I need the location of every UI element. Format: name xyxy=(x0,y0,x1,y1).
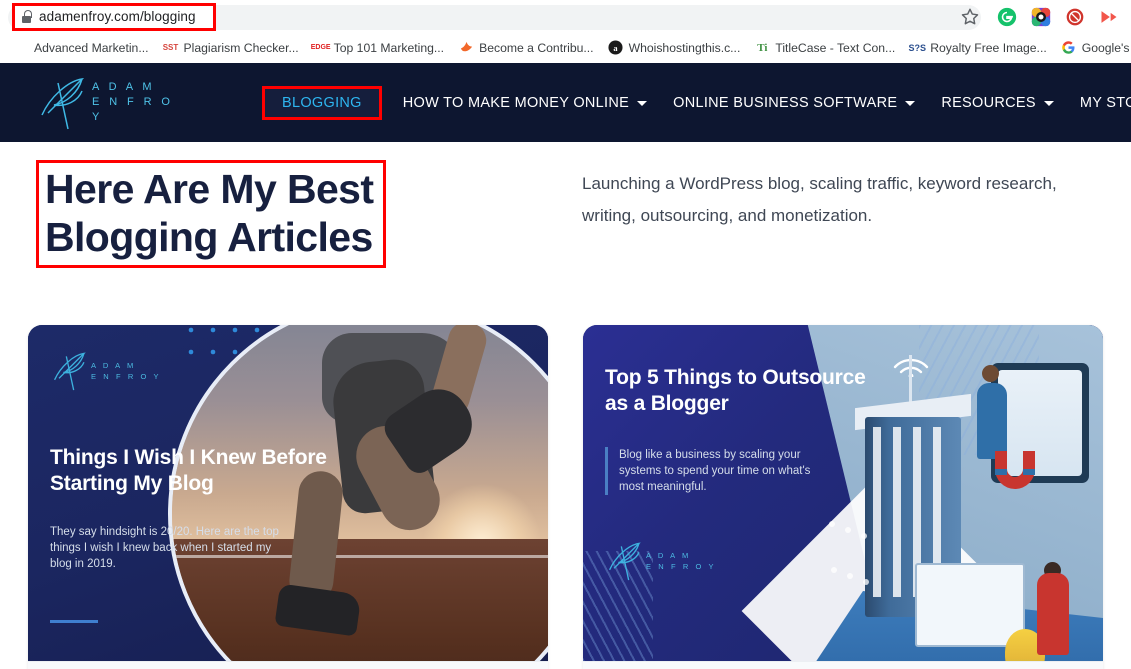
connector-dot xyxy=(863,579,869,585)
runner-photo: STA xyxy=(168,325,548,669)
nav-label: MY STORY xyxy=(1079,94,1131,111)
address-bar[interactable]: adamenfroy.com/blogging xyxy=(12,2,216,31)
bookmark-label: Royalty Free Image... xyxy=(930,40,1047,55)
nav-item-online-business-software[interactable]: ONLINE BUSINESS SOFTWARE xyxy=(660,86,928,120)
connector-dot xyxy=(845,527,851,533)
grammarly-extension-icon[interactable] xyxy=(997,7,1017,27)
hero-title-area: Here Are My Best Blogging Articles xyxy=(36,160,556,268)
nav-label: HOW TO MAKE MONEY ONLINE xyxy=(402,94,630,111)
adam-enfroy-logo[interactable]: A D A M E N F R O Y xyxy=(36,73,186,133)
nav-label: BLOGGING xyxy=(282,94,362,111)
bookmark-label: Plagiarism Checker... xyxy=(183,40,299,55)
chevron-down-icon xyxy=(1043,101,1054,106)
article-card[interactable]: STA A xyxy=(28,325,548,669)
logo-swoosh-icon xyxy=(36,73,90,133)
browser-toolbar: adamenfroy.com/blogging xyxy=(0,0,1131,33)
page-title: Here Are My Best Blogging Articles xyxy=(45,165,374,261)
bookmark-label: Become a Contribu... xyxy=(479,40,594,55)
bookmark-item[interactable]: Google's xyxy=(1054,37,1131,59)
page-title-highlight: Here Are My Best Blogging Articles xyxy=(36,160,387,268)
bookmark-item[interactable]: SST Plagiarism Checker... xyxy=(155,37,305,59)
bookmark-item[interactable]: Become a Contribu... xyxy=(451,37,600,59)
bookmark-item[interactable]: Ti TitleCase - Text Con... xyxy=(747,37,902,59)
magnet-icon xyxy=(987,445,1043,491)
connector-dot xyxy=(847,573,853,579)
track-lane-line xyxy=(172,555,548,559)
person-red-body xyxy=(1037,573,1069,655)
nav-label: ONLINE BUSINESS SOFTWARE xyxy=(673,94,898,111)
nav-item-how-to-make-money-online[interactable]: HOW TO MAKE MONEY ONLINE xyxy=(390,86,660,120)
main-navigation: BLOGGING HOW TO MAKE MONEY ONLINE ONLINE… xyxy=(254,85,1131,120)
logo-line-1: A D A M xyxy=(92,81,155,93)
tower-antenna xyxy=(909,355,912,403)
bookmark-favicon-royalty-free-images: S?S xyxy=(908,42,926,53)
logo-wordmark: A D A M E N F R O Y xyxy=(92,80,186,125)
nav-item-my-story[interactable]: MY STORY xyxy=(1067,86,1131,120)
bookmark-favicon-top-101-marketing: EDGE xyxy=(310,44,331,51)
video-downloader-extension-icon[interactable] xyxy=(1099,7,1119,27)
bookmark-favicon-become-a-contributor xyxy=(458,40,474,56)
colorzilla-extension-icon[interactable] xyxy=(1031,7,1051,27)
hero-section: Here Are My Best Blogging Articles Launc… xyxy=(0,142,1131,268)
bookmark-item[interactable]: a Whoishostingthis.c... xyxy=(601,37,748,59)
bookmark-star-icon[interactable] xyxy=(959,6,981,28)
photo-running-track: STA xyxy=(172,539,548,669)
bookmark-label: TitleCase - Text Con... xyxy=(775,40,896,55)
bookmark-item[interactable]: S?S Royalty Free Image... xyxy=(902,37,1054,59)
hero-subtitle: Launching a WordPress blog, scaling traf… xyxy=(582,174,1057,225)
presentation-board xyxy=(915,563,1025,647)
nav-label: RESOURCES xyxy=(941,94,1036,111)
article-card-footer xyxy=(28,661,548,669)
extension-icons xyxy=(981,7,1123,27)
connector-dot xyxy=(831,567,837,573)
article-card-artwork xyxy=(583,325,1103,669)
bookmark-favicon-plagiarism-checker: SST xyxy=(162,43,179,52)
nav-item-resources[interactable]: RESOURCES xyxy=(928,86,1067,120)
connector-dot xyxy=(861,533,867,539)
bookmark-favicon-whoishostingthis: a xyxy=(608,40,624,56)
bookmark-favicon-googles xyxy=(1061,40,1077,56)
lock-icon xyxy=(21,10,32,23)
bookmark-favicon-advanced-marketing xyxy=(13,40,29,56)
hero-subtitle-area: Launching a WordPress blog, scaling traf… xyxy=(582,160,1072,232)
bookmarks-bar: Advanced Marketin... SST Plagiarism Chec… xyxy=(0,33,1131,63)
chevron-down-icon xyxy=(637,101,648,106)
article-card-grid: STA A xyxy=(0,325,1131,669)
bookmark-label: Google's xyxy=(1081,40,1130,55)
blocker-extension-icon[interactable] xyxy=(1065,7,1085,27)
bookmark-item[interactable]: EDGE Top 101 Marketing... xyxy=(306,37,451,59)
article-card-artwork: STA xyxy=(28,325,548,669)
bookmark-label: Top 101 Marketing... xyxy=(333,40,445,55)
bookmark-label: Whoishostingthis.c... xyxy=(628,40,741,55)
article-card-footer xyxy=(583,661,1103,669)
bookmark-item[interactable]: Advanced Marketin... xyxy=(6,37,155,59)
article-card[interactable]: Top 5 Things to Outsource as a Blogger B… xyxy=(583,325,1103,669)
page-title-line-1: Here Are My Best xyxy=(45,166,374,212)
person-blue-head xyxy=(982,365,999,382)
bookmark-label: Advanced Marketin... xyxy=(34,40,149,55)
bookmark-favicon-titlecase: Ti xyxy=(757,41,768,54)
logo-line-2: E N F R O Y xyxy=(92,96,174,123)
connector-dot xyxy=(829,521,835,527)
nav-item-blogging[interactable]: BLOGGING xyxy=(262,85,382,120)
site-header: A D A M E N F R O Y BLOGGING HOW TO MAKE… xyxy=(0,63,1131,142)
chevron-down-icon xyxy=(905,101,916,106)
url-text: adamenfroy.com/blogging xyxy=(39,9,196,24)
diagonal-stripes-left xyxy=(583,551,653,669)
page-title-line-2: Blogging Articles xyxy=(45,214,373,260)
omnibox-area: adamenfroy.com/blogging xyxy=(8,2,981,31)
